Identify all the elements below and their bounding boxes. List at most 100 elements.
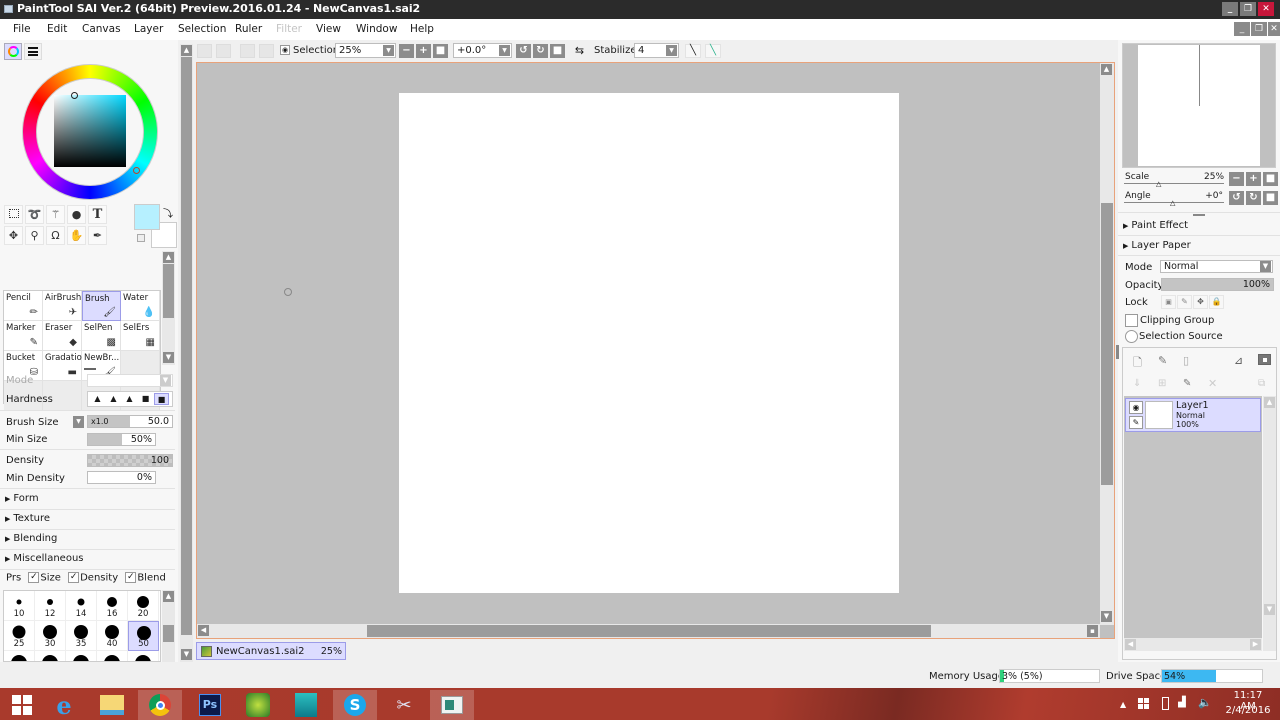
angle-reset-button[interactable]: ■ (1263, 191, 1278, 205)
scroll-up-button[interactable]: ▲ (1101, 64, 1112, 75)
taskbar-file-explorer[interactable] (90, 690, 134, 720)
opacity-slider[interactable]: 100% (1161, 278, 1274, 291)
new-layer-button[interactable]: 🗋 (1133, 354, 1142, 373)
menu-ruler[interactable]: Ruler (235, 23, 262, 35)
lasso-tool[interactable]: ➰ (25, 205, 44, 224)
section-form[interactable]: ▶ Form (5, 493, 39, 504)
zoom-in-button[interactable]: + (416, 44, 431, 58)
layer-edit-toggle[interactable]: ✎ (1129, 416, 1143, 429)
hue-marker[interactable] (133, 167, 140, 174)
scale-in-button[interactable]: + (1246, 172, 1261, 186)
min-size-slider[interactable]: 50% (87, 433, 156, 446)
zoom-reset-button[interactable]: ■ (433, 44, 448, 58)
eyedropper-tool[interactable]: ✒ (88, 226, 107, 245)
navigator-preview[interactable] (1122, 43, 1276, 168)
scroll-up-button[interactable]: ▲ (181, 45, 192, 56)
color-sliders-tab[interactable] (24, 43, 42, 60)
doc-minimize-button[interactable]: _ (1234, 22, 1250, 36)
scale-slider[interactable] (1124, 183, 1224, 184)
scroll-down-button[interactable]: ▼ (163, 352, 174, 363)
move-tool[interactable]: ✥ (4, 226, 23, 245)
brush-size-preset[interactable] (128, 651, 159, 661)
scroll-down-button[interactable]: ▼ (181, 649, 192, 660)
menu-edit[interactable]: Edit (47, 23, 67, 35)
scale-slider-thumb[interactable]: △ (1156, 180, 1161, 188)
layer-transform-button[interactable]: ⊿ (1234, 354, 1243, 367)
scroll-left-button[interactable]: ◀ (198, 625, 209, 636)
action-center-icon[interactable] (1138, 698, 1149, 709)
brush-size-preset[interactable]: 40 (97, 621, 128, 651)
selection-visibility-toggle[interactable]: ◉ (280, 45, 290, 55)
layer-item[interactable]: ◉ ✎ Layer1 Normal 100% (1125, 398, 1261, 432)
rotate-ccw-button[interactable]: ↺ (1229, 191, 1244, 205)
deselect-button[interactable] (240, 44, 255, 58)
brush-tool-eraser[interactable]: Eraser ◆ (43, 321, 82, 351)
scroll-down-button[interactable]: ▼ (1101, 611, 1112, 622)
brush-tool-selers[interactable]: SelErs ▦ (121, 321, 160, 351)
hardness-option-2[interactable]: ▲ (106, 393, 121, 405)
panel-splitter-handle[interactable] (1193, 214, 1205, 216)
network-icon[interactable]: ▟ (1178, 697, 1186, 708)
layer-mask-button[interactable] (1258, 354, 1271, 365)
brush-size-preset[interactable]: 25 (4, 621, 35, 651)
rotate-tool[interactable]: Ω (46, 226, 65, 245)
layer-list-hscrollbar[interactable]: ◀ ▶ (1124, 638, 1262, 651)
zoom-out-button[interactable]: − (399, 44, 414, 58)
swap-colors-button[interactable]: ⤵ (163, 205, 173, 220)
shape-tool[interactable]: ● (67, 205, 86, 224)
brush-tool-selpen[interactable]: SelPen ▩ (82, 321, 121, 351)
section-paint-effect[interactable]: ▶ Paint Effect (1123, 220, 1188, 231)
brush-size-preset[interactable] (4, 651, 35, 661)
menu-window[interactable]: Window (356, 23, 397, 35)
rotation-reset-button[interactable]: ■ (550, 44, 565, 58)
menu-canvas[interactable]: Canvas (82, 23, 121, 35)
doc-close-button[interactable]: ✕ (1268, 22, 1280, 36)
brush-tool-gradation[interactable]: Gradation ▬ (43, 351, 87, 381)
hardness-option-4[interactable]: ■ (138, 393, 153, 405)
taskbar-chrome[interactable] (138, 690, 182, 720)
rotate-cw-button[interactable]: ↻ (533, 44, 548, 58)
menu-selection[interactable]: Selection (178, 23, 226, 35)
volume-icon[interactable]: 🔈 (1198, 696, 1212, 709)
new-linework-layer-button[interactable]: ✎ (1158, 354, 1167, 367)
scroll-right-button[interactable]: ▶ (1250, 639, 1261, 650)
selection-source-radio[interactable] (1125, 330, 1138, 343)
canvas-paper[interactable] (399, 93, 899, 593)
stabilizer-combo[interactable]: 4 ▼ (634, 43, 679, 58)
undo-button[interactable] (197, 44, 212, 58)
brush-size-preset[interactable]: 16 (97, 591, 128, 621)
brush-size-preset[interactable]: 35 (66, 621, 97, 651)
hardness-option-1[interactable]: ▲ (90, 393, 105, 405)
minimize-button[interactable]: _ (1222, 2, 1238, 16)
color-wheel-tab[interactable] (4, 43, 22, 60)
menu-help[interactable]: Help (410, 23, 434, 35)
text-tool[interactable]: T (88, 205, 107, 224)
menu-layer[interactable]: Layer (134, 23, 163, 35)
redo-button[interactable] (216, 44, 231, 58)
taskbar-painttool-sai[interactable] (430, 690, 474, 720)
pressure-blend-checkbox[interactable]: ✓ (125, 572, 137, 583)
brush-tool-airbrush[interactable]: AirBrush ✈ (43, 291, 82, 321)
scroll-thumb[interactable] (163, 625, 174, 642)
preset-scrollbar[interactable]: ▲ (162, 590, 175, 662)
hardness-option-5[interactable]: ■ (154, 393, 169, 405)
rotate-ccw-button[interactable]: ↺ (516, 44, 531, 58)
invert-selection-button[interactable] (259, 44, 274, 58)
taskbar-paint-app[interactable] (236, 690, 280, 720)
sv-marker[interactable] (71, 92, 78, 99)
clipping-group-checkbox[interactable] (1125, 314, 1138, 327)
zoom-tool[interactable]: ⚲ (25, 226, 44, 245)
taskbar-maya[interactable] (284, 690, 328, 720)
scale-out-button[interactable]: − (1229, 172, 1244, 186)
scroll-up-button[interactable]: ▲ (163, 252, 174, 263)
rotation-combo[interactable]: +0.0° ▼ (453, 43, 512, 58)
close-button[interactable]: ✕ (1258, 2, 1274, 16)
pressure-density-checkbox[interactable]: ✓ (68, 572, 80, 583)
magic-wand-tool[interactable]: ⚚ (46, 205, 65, 224)
layer-visibility-toggle[interactable]: ◉ (1129, 401, 1143, 414)
right-panel-splitter[interactable] (1116, 345, 1119, 359)
brush-size-preset[interactable]: 50 (128, 621, 159, 651)
panel-splitter-handle[interactable] (84, 368, 96, 370)
brush-size-slider[interactable]: x1.0 50.0 (87, 415, 173, 428)
restore-button[interactable]: ❐ (1240, 2, 1256, 16)
